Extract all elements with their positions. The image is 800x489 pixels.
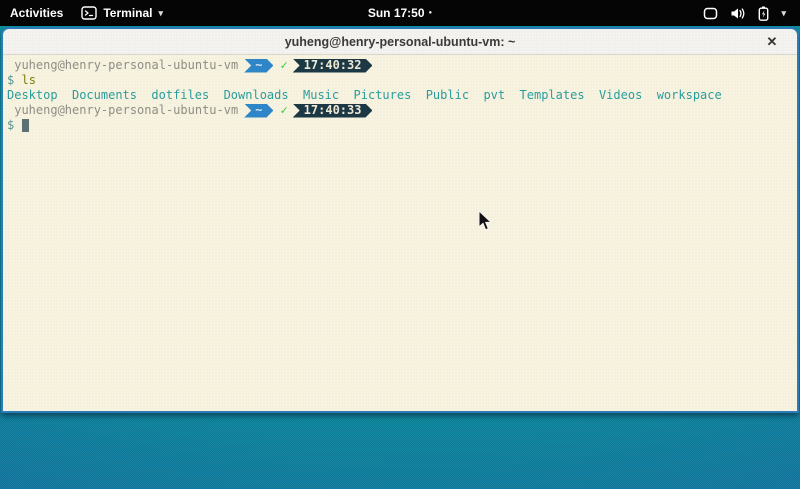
prompt-user-host: yuheng@henry-personal-ubuntu-vm	[14, 103, 238, 118]
terminal-pane[interactable]: yuheng@henry-personal-ubuntu-vm ~ ✓ 17:4…	[3, 55, 797, 411]
battery-charging-icon	[758, 6, 769, 21]
window-title: yuheng@henry-personal-ubuntu-vm: ~	[285, 35, 516, 49]
gnome-top-bar: Activities Terminal ▾ Sun 17:50 ●	[0, 0, 800, 26]
app-menu-terminal[interactable]: Terminal ▾	[81, 6, 163, 20]
system-menu-caret-icon: ▾	[781, 8, 786, 19]
dir-entry: Videos	[599, 88, 642, 103]
system-status-area[interactable]: ▾	[703, 6, 800, 21]
command-line: $ ls	[7, 73, 793, 88]
clock-button[interactable]: Sun 17:50 ●	[368, 6, 432, 20]
terminal-window: yuheng@henry-personal-ubuntu-vm: ~ ✕ yuh…	[1, 27, 799, 413]
prompt-line: yuheng@henry-personal-ubuntu-vm ~ ✓ 17:4…	[7, 103, 793, 118]
app-menu-label: Terminal	[103, 6, 152, 20]
status-check-icon: ✓	[280, 103, 287, 118]
close-icon[interactable]: ✕	[761, 29, 783, 55]
screen-share-icon	[703, 7, 718, 20]
prompt-time-segment: 17:40:32	[293, 59, 373, 73]
dir-entry: Templates	[520, 88, 585, 103]
prompt-indent	[7, 58, 14, 73]
volume-icon	[730, 7, 746, 20]
prompt-user-host: yuheng@henry-personal-ubuntu-vm	[14, 58, 238, 73]
prompt-indent	[7, 103, 14, 118]
dir-entry: Pictures	[354, 88, 412, 103]
dir-entry: Downloads	[224, 88, 289, 103]
dir-entry: Music	[303, 88, 339, 103]
clock-label: Sun 17:50	[368, 6, 425, 20]
current-command-line[interactable]: $	[7, 118, 793, 133]
prompt-path-segment: ~	[244, 59, 273, 73]
activities-button[interactable]: Activities	[10, 6, 63, 20]
app-menu-caret-icon: ▾	[158, 8, 163, 19]
dir-entry: dotfiles	[151, 88, 209, 103]
window-titlebar[interactable]: yuheng@henry-personal-ubuntu-vm: ~ ✕	[3, 29, 797, 55]
dir-entry: Desktop	[7, 88, 58, 103]
command-text: ls	[21, 73, 35, 88]
prompt-path-segment: ~	[244, 104, 273, 118]
prompt-line: yuheng@henry-personal-ubuntu-vm ~ ✓ 17:4…	[7, 58, 793, 73]
prompt-time-segment: 17:40:33	[293, 104, 373, 118]
dir-entry: Public	[426, 88, 469, 103]
prompt-symbol: $	[7, 118, 14, 133]
terminal-app-icon	[81, 6, 97, 20]
text-cursor	[22, 119, 29, 132]
prompt-symbol: $	[7, 73, 14, 88]
dir-entry: pvt	[483, 88, 505, 103]
dir-entry: workspace	[657, 88, 722, 103]
ls-output-line: Desktop Documents dotfiles Downloads Mus…	[7, 88, 793, 103]
notification-dot-icon: ●	[429, 10, 433, 16]
dir-entry: Documents	[72, 88, 137, 103]
status-check-icon: ✓	[280, 58, 287, 73]
